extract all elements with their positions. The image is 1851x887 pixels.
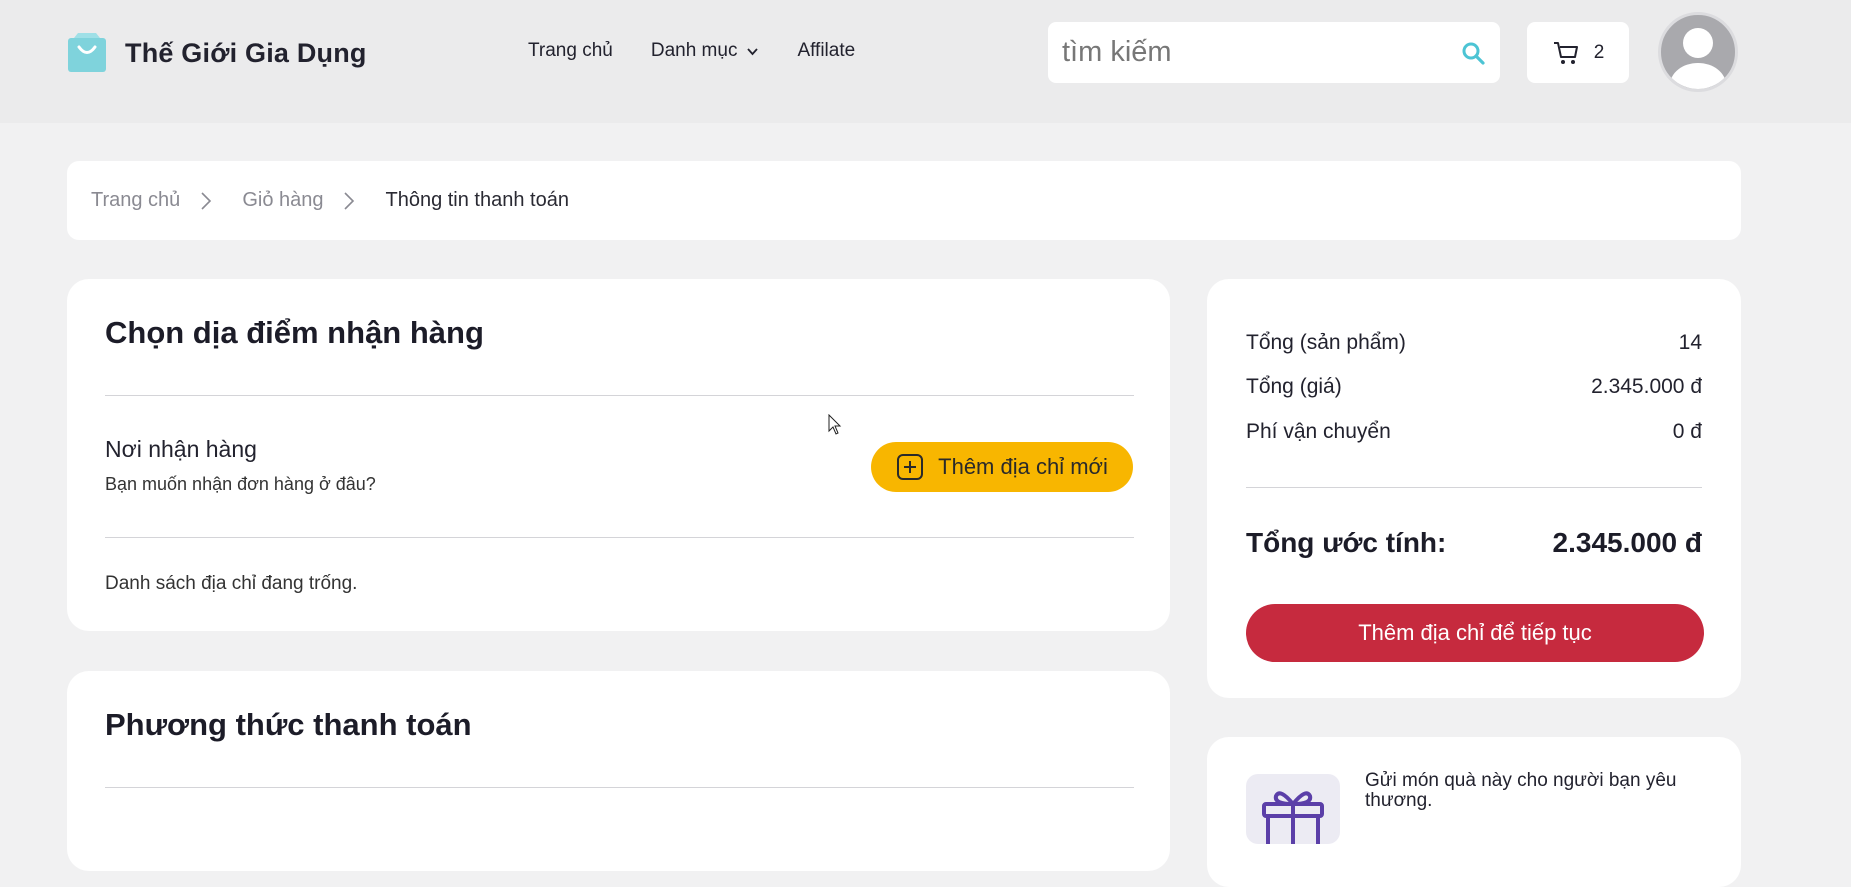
payment-title: Phương thức thanh toán [105, 707, 472, 742]
address-title: Chọn dịa điểm nhận hàng [105, 315, 484, 350]
cart-count: 2 [1593, 41, 1605, 63]
main-nav: Trang chủ Danh mục Affilate [528, 40, 893, 62]
order-summary-card: Tổng (sản phẩm) 14 Tổng (giá) 2.345.000 … [1207, 279, 1741, 698]
address-card: Chọn dịa điểm nhận hàng Nơi nhận hàng Bạ… [67, 279, 1170, 631]
shopping-bag-logo-icon [68, 33, 106, 72]
search-input[interactable] [1060, 35, 1444, 70]
summary-total: Tổng ước tính: 2.345.000 đ [1246, 527, 1702, 559]
summary-value: 14 [1678, 331, 1702, 354]
search-icon[interactable] [1461, 41, 1486, 66]
chevron-right-icon [344, 191, 355, 210]
nav-categories-label: Danh mục [650, 40, 738, 61]
breadcrumb-current: Thông tin thanh toán [385, 189, 569, 211]
summary-label: Tổng (sản phẩm) [1246, 331, 1406, 354]
summary-value: 0 đ [1672, 420, 1702, 443]
summary-row: Phí vận chuyển 0 đ [1246, 420, 1702, 444]
logo-text: Thế Giới Gia Dụng [125, 37, 367, 68]
add-address-button[interactable]: Thêm địa chỉ mới [871, 442, 1133, 492]
breadcrumb-cart[interactable]: Giỏ hàng [242, 189, 323, 212]
divider [105, 787, 1134, 788]
mouse-cursor-icon [828, 414, 842, 435]
nav-affiliate[interactable]: Affilate [797, 40, 855, 62]
cart-icon [1553, 41, 1578, 64]
receive-subtitle: Bạn muốn nhận đơn hàng ở đâu? [105, 474, 376, 494]
divider [105, 537, 1134, 538]
breadcrumb: Trang chủ Giỏ hàng Thông tin thanh toán [67, 161, 1741, 240]
gift-icon [1262, 791, 1324, 844]
divider [1246, 487, 1702, 488]
nav-home[interactable]: Trang chủ [528, 40, 613, 62]
avatar[interactable] [1658, 12, 1738, 92]
cart-button[interactable]: 2 [1527, 22, 1629, 83]
user-icon [1670, 28, 1726, 89]
plus-square-icon [897, 454, 924, 480]
gift-text: Gửi món quà này cho người bạn yêu thương… [1365, 770, 1677, 811]
receive-title: Nơi nhận hàng [105, 436, 257, 462]
chevron-right-icon [201, 191, 212, 210]
continue-button[interactable]: Thêm địa chỉ để tiếp tục [1246, 604, 1704, 662]
site-header: Thế Giới Gia Dụng Trang chủ Danh mục Aff… [0, 0, 1851, 123]
search-box [1048, 22, 1500, 83]
summary-label: Phí vận chuyển [1246, 420, 1391, 443]
total-value: 2.345.000 đ [1552, 527, 1702, 558]
gift-card: Gửi món quà này cho người bạn yêu thương… [1207, 737, 1741, 887]
logo[interactable]: Thế Giới Gia Dụng [66, 32, 367, 74]
gift-icon-box [1246, 774, 1340, 844]
summary-row: Tổng (giá) 2.345.000 đ [1246, 375, 1702, 399]
empty-address-text: Danh sách địa chỉ đang trống. [105, 573, 358, 594]
nav-affiliate-label: Affilate [797, 40, 856, 61]
add-address-label: Thêm địa chỉ mới [938, 454, 1108, 479]
total-label: Tổng ước tính: [1246, 527, 1447, 558]
summary-row: Tổng (sản phẩm) 14 [1246, 331, 1702, 355]
breadcrumb-home[interactable]: Trang chủ [91, 189, 180, 212]
nav-categories[interactable]: Danh mục [651, 40, 760, 62]
chevron-down-icon [747, 47, 759, 55]
summary-label: Tổng (giá) [1246, 375, 1342, 398]
nav-home-label: Trang chủ [528, 40, 613, 61]
divider [105, 395, 1134, 396]
payment-card: Phương thức thanh toán [67, 671, 1170, 871]
summary-value: 2.345.000 đ [1591, 375, 1702, 398]
